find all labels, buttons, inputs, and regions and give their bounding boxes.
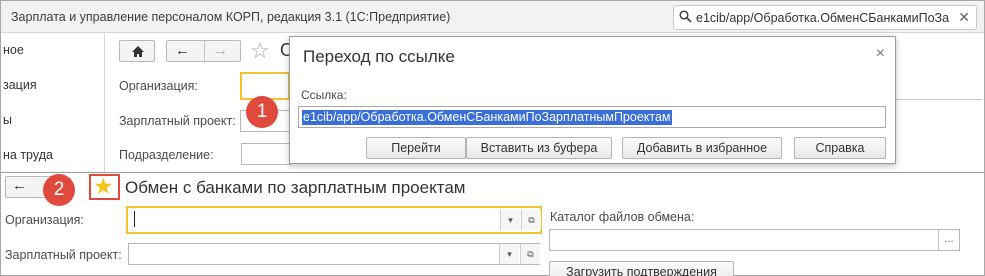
link-value: e1cib/app/Обработка.ОбменСБанкамиПоЗарпл…	[302, 110, 672, 125]
back-arrow-icon[interactable]: ←	[175, 42, 190, 59]
organization-label: Организация:	[5, 213, 84, 227]
divider	[204, 41, 205, 61]
salary-project-label-bg: Зарплатный проект:	[119, 114, 236, 128]
home-button[interactable]	[119, 40, 155, 62]
sidebar-item[interactable]: ное	[3, 43, 24, 57]
star-outline-icon[interactable]: ☆	[250, 38, 270, 64]
title-bar: Зарплата и управление персоналом КОРП, р…	[1, 1, 984, 33]
sidebar-item[interactable]: ы	[3, 113, 12, 127]
open-icon[interactable]: ⧉	[520, 244, 540, 264]
step-badge-1: 1	[246, 96, 278, 128]
sidebar-item[interactable]: на труда	[3, 148, 53, 162]
nav-buttons: ← →	[166, 40, 241, 62]
catalog-field[interactable]: ...	[549, 229, 960, 251]
dropdown-icon[interactable]: ▾	[499, 244, 519, 264]
dropdown-icon[interactable]: ▾	[500, 210, 520, 230]
url-text: e1cib/app/Обработка.ОбменСБанкамиПоЗа	[696, 11, 950, 25]
catalog-label: Каталог файлов обмена:	[550, 210, 695, 224]
help-button[interactable]: Справка	[794, 137, 886, 159]
link-label: Ссылка:	[301, 88, 347, 102]
load-confirmations-button[interactable]: Загрузить подтверждения	[549, 261, 734, 276]
back-arrow-icon[interactable]: ←	[12, 177, 27, 194]
organization-field[interactable]: ▾ ⧉	[126, 206, 542, 234]
form-title: Обмен с банками по зарплатным проектам	[125, 178, 466, 197]
text-cursor	[134, 211, 135, 227]
app-title: Зарплата и управление персоналом КОРП, р…	[11, 10, 451, 24]
go-button[interactable]: Перейти	[366, 137, 466, 159]
clear-icon[interactable]: ✕	[958, 9, 970, 26]
forward-arrow-icon[interactable]: →	[213, 42, 228, 59]
exchange-form: ← ★ Обмен с банками по зарплатным проект…	[1, 172, 984, 276]
department-label-bg: Подразделение:	[119, 148, 214, 162]
organization-label-bg: Организация:	[119, 79, 198, 93]
paste-button[interactable]: Вставить из буфера	[466, 137, 612, 159]
salary-project-field[interactable]: ▾ ⧉	[128, 243, 540, 265]
close-icon[interactable]: ×	[876, 45, 885, 63]
divider	[896, 99, 982, 100]
star-icon[interactable]: ★	[93, 173, 114, 200]
sidebar: ное зация ы на труда	[1, 33, 105, 173]
dialog-title: Переход по ссылке	[303, 47, 455, 66]
sidebar-item[interactable]: зация	[3, 78, 37, 92]
salary-project-label: Зарплатный проект:	[5, 248, 122, 262]
add-favorite-button[interactable]: Добавить в избранное	[622, 137, 782, 159]
open-icon[interactable]: ⧉	[521, 210, 541, 230]
department-field-bg[interactable]	[241, 143, 291, 165]
link-dialog: Переход по ссылке × Ссылка: e1cib/app/Об…	[289, 36, 896, 164]
link-input[interactable]: e1cib/app/Обработка.ОбменСБанкамиПоЗарпл…	[298, 106, 886, 128]
search-icon	[679, 10, 692, 23]
favorite-star-highlight: ★	[89, 173, 120, 200]
home-icon	[132, 46, 144, 57]
browse-button[interactable]: ...	[938, 230, 959, 250]
step-badge-2: 2	[43, 174, 75, 206]
url-search-field[interactable]: e1cib/app/Обработка.ОбменСБанкамиПоЗа ✕	[673, 5, 977, 30]
